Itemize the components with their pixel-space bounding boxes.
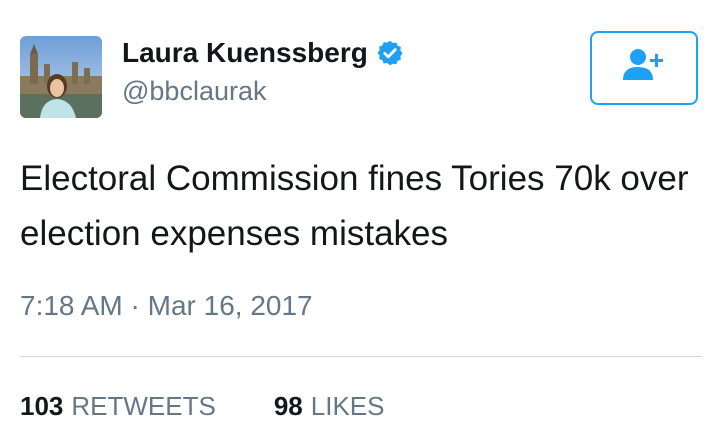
- add-user-icon: [621, 46, 667, 91]
- retweets-count: 103: [20, 391, 64, 421]
- timestamp-separator: ·: [130, 290, 140, 321]
- tweet-stats: 103 RETWEETS 98 LIKES: [20, 389, 442, 423]
- verified-badge-icon: [376, 39, 404, 67]
- avatar-image: [20, 36, 102, 118]
- tweet-timestamp[interactable]: 7:18 AM · Mar 16, 2017: [20, 288, 313, 324]
- tweet-date: Mar 16, 2017: [147, 290, 313, 321]
- retweets-label: RETWEETS: [71, 391, 216, 421]
- likes-stat[interactable]: 98 LIKES: [274, 389, 385, 423]
- author-name-row[interactable]: Laura Kuenssberg: [122, 36, 404, 70]
- author-handle[interactable]: @bbclaurak: [122, 74, 266, 108]
- tweet-time: 7:18 AM: [20, 290, 123, 321]
- retweets-stat[interactable]: 103 RETWEETS: [20, 389, 216, 423]
- avatar[interactable]: [20, 36, 102, 118]
- author-display-name[interactable]: Laura Kuenssberg: [122, 36, 368, 70]
- likes-count: 98: [273, 391, 303, 421]
- tweet-text: Electoral Commission fines Tories 70k ov…: [20, 159, 689, 253]
- follow-button[interactable]: [590, 31, 698, 105]
- divider: [20, 356, 702, 357]
- likes-label: LIKES: [310, 391, 385, 421]
